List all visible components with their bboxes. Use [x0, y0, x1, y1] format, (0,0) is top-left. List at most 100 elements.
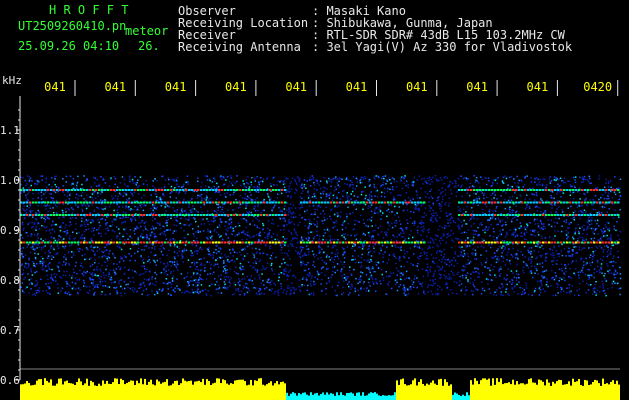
- noise-pixel: [125, 194, 128, 196]
- noise-pixel: [173, 245, 176, 248]
- noise-pixel: [32, 216, 34, 218]
- noise-pixel: [388, 204, 390, 206]
- noise-pixel: [329, 235, 331, 237]
- noise-pixel: [440, 254, 442, 256]
- noise-pixel: [387, 177, 390, 179]
- noise-pixel: [125, 228, 127, 230]
- noise-pixel: [196, 261, 198, 264]
- noise-pixel: [53, 211, 55, 214]
- noise-pixel: [473, 218, 475, 220]
- noise-pixel: [544, 237, 547, 239]
- noise-pixel: [32, 261, 34, 263]
- noise-pixel: [170, 265, 173, 267]
- noise-pixel: [576, 206, 579, 208]
- noise-pixel: [118, 261, 121, 263]
- noise-pixel: [148, 238, 150, 240]
- noise-pixel: [179, 240, 182, 242]
- noise-pixel: [229, 260, 232, 262]
- noise-pixel: [427, 272, 429, 274]
- noise-pixel: [617, 250, 619, 253]
- noise-pixel: [226, 286, 228, 289]
- noise-pixel: [541, 244, 543, 247]
- noise-pixel: [607, 197, 610, 200]
- noise-pixel: [354, 245, 356, 247]
- noise-pixel: [75, 228, 77, 230]
- noise-pixel: [404, 278, 406, 280]
- noise-pixel: [57, 292, 60, 294]
- noise-pixel: [159, 227, 162, 230]
- noise-pixel: [239, 251, 241, 254]
- noise-pixel: [367, 219, 369, 221]
- noise-pixel: [463, 250, 465, 252]
- noise-pixel: [162, 193, 164, 196]
- noise-pixel: [134, 227, 136, 230]
- noise-pixel: [195, 231, 197, 233]
- noise-pixel: [455, 180, 457, 183]
- noise-pixel: [140, 203, 143, 206]
- noise-pixel: [529, 207, 531, 209]
- noise-pixel: [212, 216, 215, 218]
- noise-pixel: [521, 293, 523, 296]
- noise-pixel: [438, 273, 440, 275]
- noise-pixel: [232, 255, 235, 257]
- noise-pixel: [31, 226, 33, 229]
- noise-pixel: [333, 197, 335, 199]
- noise-pixel: [309, 283, 312, 285]
- noise-pixel: [133, 191, 135, 194]
- noise-pixel: [598, 198, 600, 201]
- noise-pixel: [535, 258, 537, 260]
- noise-pixel: [499, 230, 501, 232]
- noise-pixel: [323, 213, 326, 215]
- noise-pixel: [81, 220, 83, 222]
- noise-pixel: [577, 223, 579, 226]
- noise-pixel: [531, 294, 533, 297]
- noise-pixel: [90, 273, 93, 276]
- noise-pixel: [342, 286, 344, 289]
- noise-pixel: [421, 222, 423, 224]
- noise-pixel: [50, 277, 52, 279]
- noise-pixel: [224, 254, 226, 256]
- noise-pixel: [524, 256, 526, 258]
- noise-pixel: [246, 291, 249, 294]
- noise-pixel: [137, 244, 139, 246]
- noise-pixel: [207, 290, 209, 292]
- noise-pixel: [499, 273, 502, 275]
- noise-pixel: [205, 199, 207, 201]
- noise-pixel: [63, 256, 65, 258]
- noise-pixel: [474, 279, 476, 281]
- noise-pixel: [118, 192, 121, 195]
- noise-pixel: [105, 274, 108, 276]
- noise-pixel: [75, 184, 78, 187]
- noise-pixel: [511, 211, 513, 214]
- noise-pixel: [419, 255, 421, 257]
- noise-pixel: [245, 178, 247, 181]
- noise-pixel: [215, 252, 218, 255]
- noise-pixel: [445, 241, 447, 244]
- noise-pixel: [472, 290, 475, 292]
- noise-pixel: [258, 186, 261, 189]
- noise-pixel: [60, 224, 62, 227]
- noise-pixel: [572, 260, 574, 262]
- noise-pixel: [337, 184, 339, 186]
- noise-pixel: [277, 193, 280, 195]
- noise-pixel: [409, 199, 412, 202]
- noise-pixel: [400, 249, 402, 251]
- noise-pixel: [398, 206, 400, 208]
- noise-pixel: [194, 218, 196, 220]
- noise-pixel: [393, 178, 395, 180]
- noise-pixel: [608, 208, 610, 210]
- noise-pixel: [601, 280, 604, 282]
- noise-pixel: [176, 220, 178, 222]
- noise-pixel: [205, 293, 208, 295]
- noise-pixel: [405, 228, 408, 230]
- noise-pixel: [84, 272, 87, 274]
- noise-pixel: [200, 258, 202, 260]
- noise-pixel: [75, 203, 77, 205]
- noise-pixel: [26, 183, 28, 185]
- noise-pixel: [36, 263, 38, 265]
- noise-pixel: [432, 215, 434, 217]
- noise-pixel: [356, 196, 359, 198]
- noise-pixel: [485, 226, 487, 229]
- noise-pixel: [69, 293, 71, 296]
- noise-pixel: [400, 227, 403, 230]
